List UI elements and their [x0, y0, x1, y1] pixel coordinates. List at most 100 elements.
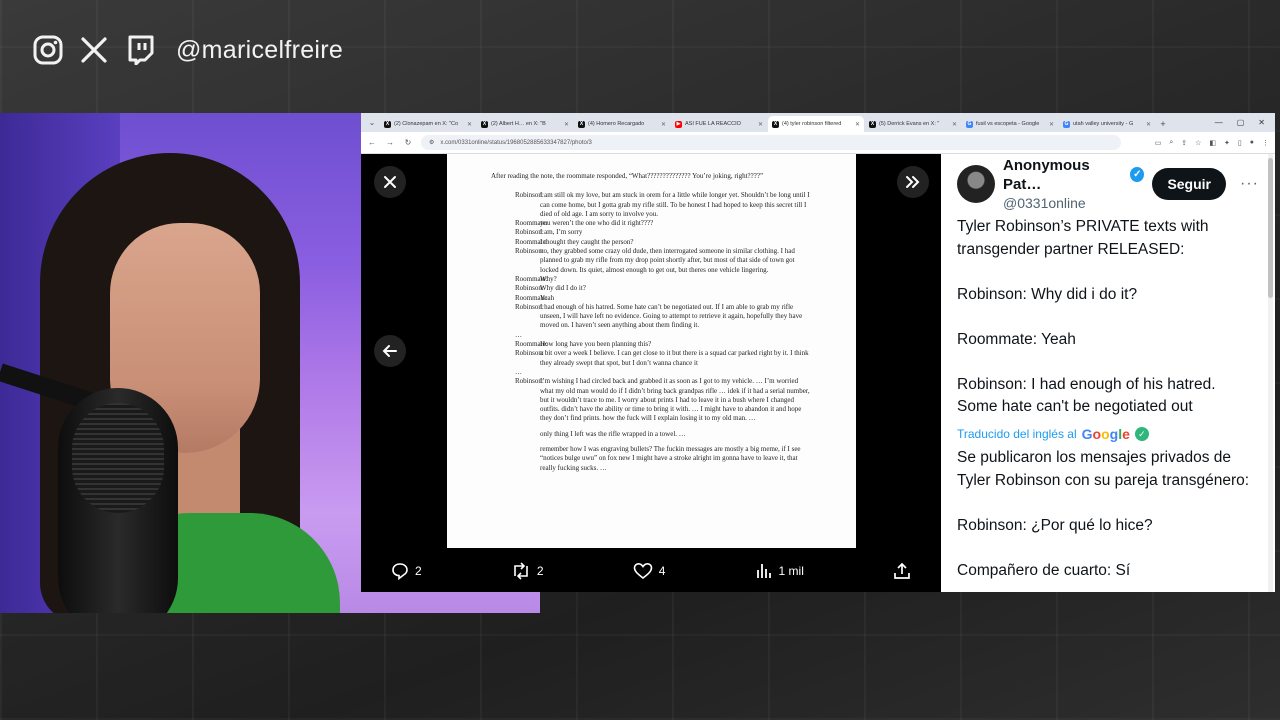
follow-button[interactable]: Seguir — [1152, 168, 1227, 200]
back-icon[interactable]: ← — [367, 138, 377, 147]
browser-tab[interactable]: X (2) Clonazepam en X: "Co ✕ — [380, 116, 476, 132]
tab-close-icon[interactable]: ✕ — [855, 121, 860, 128]
document-speaker: Roommate: — [515, 237, 548, 246]
tab-favicon-icon: ▶ — [675, 120, 682, 128]
tab-close-icon[interactable]: ✕ — [758, 121, 763, 128]
browser-tab[interactable]: X (4) Homero Recargado ✕ — [574, 116, 670, 132]
document-line: Roommate: Yeah — [491, 294, 812, 303]
document-speaker — [491, 445, 540, 473]
social-overlay: @maricelfreire — [32, 30, 343, 70]
close-window-icon[interactable]: ✕ — [1258, 118, 1265, 127]
views-count: 1 mil — [778, 564, 804, 578]
repost-button[interactable]: 2 — [511, 562, 544, 580]
tweet-paragraph: Roommate: Yeah — [957, 330, 1076, 348]
more-options-icon[interactable]: ··· — [1240, 175, 1259, 193]
document-speaker: Roommate: — [515, 293, 548, 302]
install-icon[interactable]: ▭ — [1155, 139, 1162, 147]
expand-panel-button[interactable] — [897, 166, 929, 198]
tweet-header: Anonymous Pat… ✓ @0331online Seguir ··· — [957, 157, 1259, 211]
tab-strip: X (2) Clonazepam en X: "Co ✕ X (2) Albert H…… — [380, 116, 1155, 132]
translation-notice[interactable]: Traducido del inglés al Google ✓ — [957, 423, 1259, 446]
forward-icon[interactable]: → — [385, 138, 395, 147]
document-text: Why? — [540, 274, 557, 283]
tab-close-icon[interactable]: ✕ — [1049, 121, 1054, 128]
new-tab-button[interactable]: + — [1156, 116, 1170, 132]
tab-close-icon[interactable]: ✕ — [467, 121, 472, 128]
bookmark-star-icon[interactable]: ☆ — [1195, 139, 1201, 147]
tab-close-icon[interactable]: ✕ — [952, 121, 957, 128]
puzzle-icon[interactable]: ✦ — [1224, 139, 1230, 147]
url-field[interactable]: ⚙ x.com/0331online/status/19680528856333… — [421, 135, 1121, 150]
profile-icon[interactable]: ● — [1250, 139, 1254, 147]
tab-bar: ⌄ X (2) Clonazepam en X: "Co ✕ X (2) Albert … — [361, 113, 1275, 132]
document-speaker: Roommate: — [515, 340, 548, 349]
tab-favicon-icon: X — [772, 120, 779, 128]
site-info-icon[interactable]: ⚙ — [429, 139, 434, 146]
tab-search-icon[interactable]: ⌄ — [365, 113, 379, 132]
tab-favicon-icon: X — [481, 120, 488, 128]
views-button[interactable]: 1 mil — [755, 562, 804, 580]
document-line: only thing I left was the rifle wrapped … — [491, 430, 812, 439]
document-speaker: Robinson: — [515, 349, 544, 358]
document-line: remember how I was engraving bullets? Th… — [491, 445, 812, 473]
instagram-icon — [32, 34, 64, 66]
document-speaker: Robinson: — [515, 191, 544, 200]
microphone-grill — [72, 403, 164, 513]
tab-title: (2) Clonazepam en X: "Co — [394, 121, 459, 127]
browser-tab[interactable]: X (5) Derrick Evans en X: " ✕ — [865, 116, 961, 132]
document-ellipsis: … — [515, 330, 522, 339]
document-text: you weren’t the one who did it right???? — [540, 219, 654, 228]
reply-button[interactable]: 2 — [391, 562, 422, 580]
arrow-left-icon — [382, 345, 397, 357]
browser-tab[interactable]: X (4) tyler robinson filtered ✕ — [768, 116, 864, 132]
share-upload-icon — [894, 562, 910, 579]
close-viewer-button[interactable] — [374, 166, 406, 198]
tab-title: (2) Albert H… en X: "B — [491, 121, 546, 127]
display-name-row[interactable]: Anonymous Pat… ✓ — [1003, 156, 1145, 194]
translation-label: Traducido del inglés al — [957, 426, 1077, 441]
views-chart-icon — [756, 564, 771, 578]
avatar[interactable] — [957, 165, 995, 203]
browser-tab[interactable]: Gfusil vs escopeta - Google ✕ — [962, 116, 1058, 132]
verified-badge-icon: ✓ — [1130, 167, 1145, 182]
browser-tab[interactable]: X (2) Albert H… en X: "B ✕ — [477, 116, 573, 132]
document-line: Robinson: no, they grabbed some crazy old… — [491, 247, 812, 275]
translated-paragraph: Robinson: ¿Por qué lo hice? — [957, 516, 1153, 534]
minimize-icon[interactable]: — — [1215, 118, 1223, 127]
tab-close-icon[interactable]: ✕ — [564, 121, 569, 128]
panel-scroll-thumb[interactable] — [1268, 158, 1273, 298]
tab-close-icon[interactable]: ✕ — [661, 121, 666, 128]
tab-title: (5) Derrick Evans en X: " — [879, 121, 940, 127]
browser-window: ⌄ X (2) Clonazepam en X: "Co ✕ X (2) Albert … — [361, 113, 1275, 592]
translated-paragraph: Compañero de cuarto: Sí — [957, 561, 1131, 579]
document-speaker: Robinson: — [515, 302, 544, 311]
extension-icon[interactable]: ◧ — [1209, 139, 1216, 147]
like-button[interactable]: 4 — [633, 562, 665, 580]
reload-icon[interactable]: ↻ — [403, 138, 413, 147]
zoom-icon[interactable]: ⌕ — [1169, 139, 1173, 147]
browser-tab[interactable]: Gutah valley university - G ✕ — [1059, 116, 1155, 132]
document-speaker: Robinson: — [515, 377, 544, 386]
share-icon[interactable]: ⇪ — [1181, 139, 1187, 147]
document-text: Why did I do it? — [540, 284, 586, 293]
document-text: remember how I was engraving bullets? Th… — [540, 445, 801, 472]
document-speaker: Roommate: — [515, 219, 548, 228]
document-line: Robinson: I had enough of his hatred. Som… — [491, 303, 812, 331]
document-text: Yeah — [540, 293, 555, 302]
sidepanel-icon[interactable]: ▯ — [1238, 139, 1242, 147]
translated-paragraph: Se publicaron los mensajes privados de T… — [957, 449, 1250, 489]
maximize-icon[interactable]: ▢ — [1237, 118, 1245, 127]
browser-tab[interactable]: ▶ ASÍ FUE LA REACCIÓ ✕ — [671, 116, 767, 132]
photo-viewer: After reading the note, the roommate res… — [361, 154, 941, 592]
username[interactable]: @0331online — [1003, 194, 1144, 213]
document-ellipsis: … — [515, 367, 522, 376]
previous-photo-button[interactable] — [374, 335, 406, 367]
google-logo: Google — [1081, 425, 1130, 442]
share-button[interactable] — [893, 562, 911, 580]
tab-close-icon[interactable]: ✕ — [1146, 121, 1151, 128]
menu-kebab-icon[interactable]: ⋮ — [1262, 139, 1269, 147]
tab-title: ASÍ FUE LA REACCIÓ — [685, 121, 741, 127]
document-line: Robinson: a bit over a week I believe. I … — [491, 349, 812, 368]
document-line: Robinson: I am, I’m sorry — [491, 228, 812, 237]
document-text: I thought they caught the person? — [540, 237, 634, 246]
